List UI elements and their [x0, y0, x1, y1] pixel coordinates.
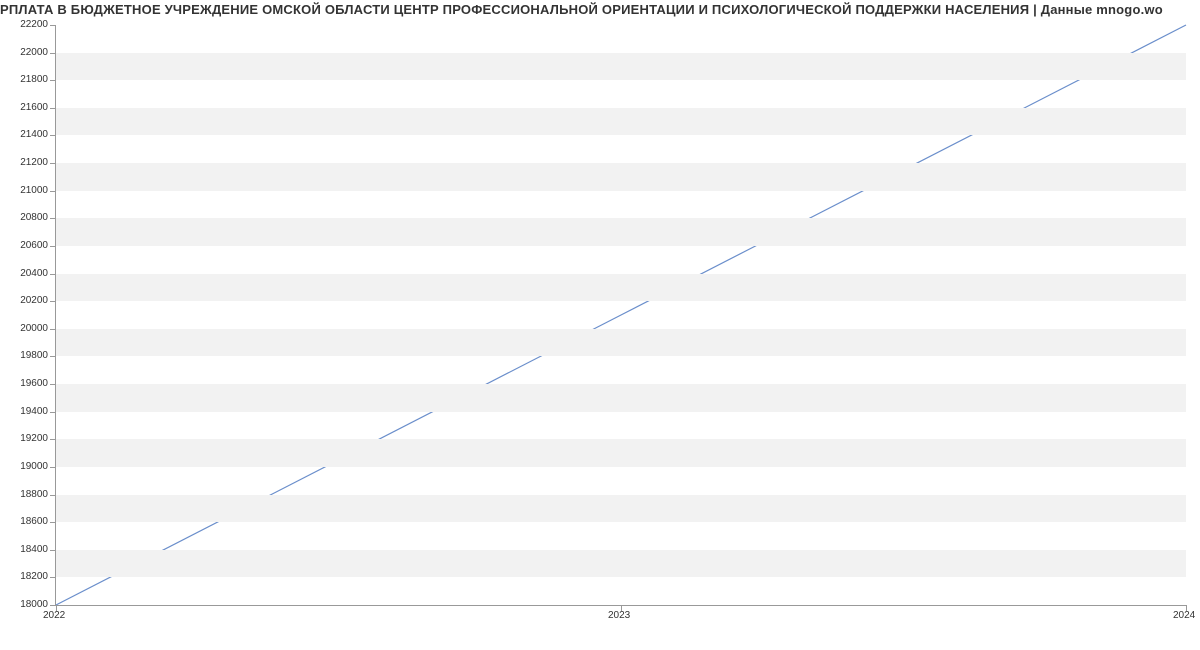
- y-tick: [50, 412, 56, 413]
- y-tick: [50, 495, 56, 496]
- y-tick-label: 22200: [4, 19, 48, 30]
- y-tick: [50, 329, 56, 330]
- grid-band: [56, 439, 1186, 467]
- y-tick: [50, 356, 56, 357]
- grid-band: [56, 274, 1186, 302]
- y-tick: [50, 384, 56, 385]
- y-tick-label: 21800: [4, 74, 48, 85]
- salary-line-chart: РПЛАТА В БЮДЖЕТНОЕ УЧРЕЖДЕНИЕ ОМСКОЙ ОБЛ…: [0, 0, 1200, 650]
- y-tick-label: 19400: [4, 406, 48, 417]
- grid-band: [56, 495, 1186, 523]
- y-tick-label: 18200: [4, 571, 48, 582]
- grid-band: [56, 163, 1186, 191]
- y-tick-label: 21400: [4, 129, 48, 140]
- y-tick: [50, 108, 56, 109]
- y-tick-label: 21600: [4, 102, 48, 113]
- y-tick-label: 18400: [4, 544, 48, 555]
- y-tick: [50, 439, 56, 440]
- y-tick-label: 20800: [4, 212, 48, 223]
- y-tick-label: 20200: [4, 295, 48, 306]
- y-tick-label: 22000: [4, 47, 48, 58]
- y-tick-label: 21200: [4, 157, 48, 168]
- y-tick-label: 18600: [4, 516, 48, 527]
- y-tick-label: 21000: [4, 185, 48, 196]
- grid-band: [56, 550, 1186, 578]
- grid-band: [56, 384, 1186, 412]
- y-tick: [50, 577, 56, 578]
- x-tick-label: 2023: [608, 610, 630, 621]
- y-tick: [50, 246, 56, 247]
- y-tick: [50, 522, 56, 523]
- y-tick-label: 18000: [4, 599, 48, 610]
- y-tick: [50, 218, 56, 219]
- y-tick-label: 19600: [4, 378, 48, 389]
- y-tick-label: 20400: [4, 268, 48, 279]
- y-tick: [50, 135, 56, 136]
- y-tick-label: 18800: [4, 489, 48, 500]
- y-tick: [50, 550, 56, 551]
- y-tick: [50, 163, 56, 164]
- grid-band: [56, 108, 1186, 136]
- grid-band: [56, 329, 1186, 357]
- y-tick: [50, 191, 56, 192]
- plot-area: [55, 25, 1186, 606]
- y-tick-label: 20600: [4, 240, 48, 251]
- y-tick: [50, 80, 56, 81]
- chart-title: РПЛАТА В БЮДЖЕТНОЕ УЧРЕЖДЕНИЕ ОМСКОЙ ОБЛ…: [0, 2, 1200, 17]
- y-tick-label: 19000: [4, 461, 48, 472]
- grid-band: [56, 218, 1186, 246]
- y-tick: [50, 467, 56, 468]
- y-tick-label: 19200: [4, 433, 48, 444]
- y-tick: [50, 274, 56, 275]
- y-tick: [50, 25, 56, 26]
- y-tick: [50, 53, 56, 54]
- y-tick: [50, 301, 56, 302]
- y-tick-label: 20000: [4, 323, 48, 334]
- x-tick-label: 2024: [1173, 610, 1195, 621]
- x-tick-label: 2022: [43, 610, 65, 621]
- y-tick-label: 19800: [4, 350, 48, 361]
- grid-band: [56, 53, 1186, 81]
